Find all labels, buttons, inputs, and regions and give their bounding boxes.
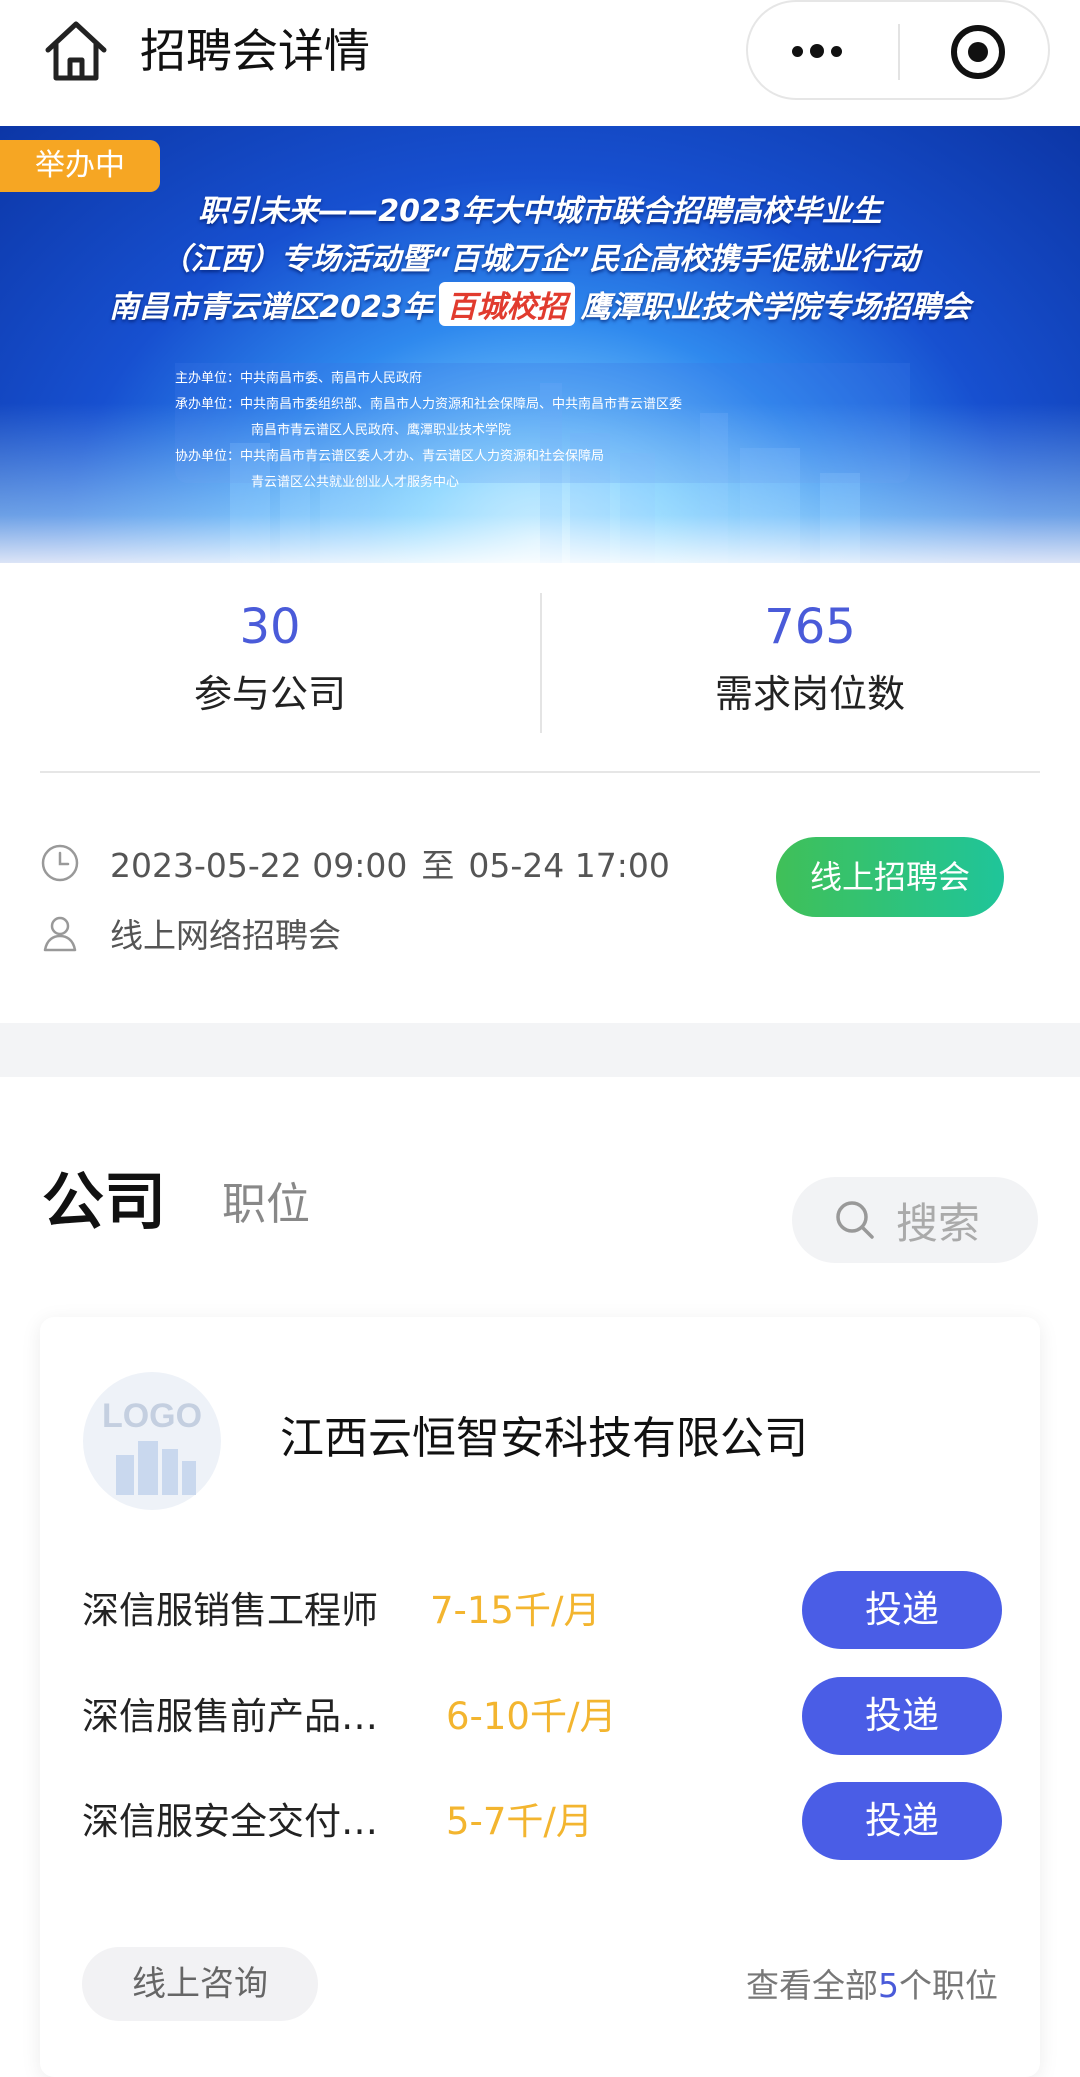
event-meta: 2023-05-22 09:00 至 05-24 17:00 线上网络招聘会 线上招… [0, 773, 1080, 1023]
stat-companies-label: 参与公司 [193, 672, 346, 716]
job-row[interactable]: 深信服销售工程师 7-15千/月 投递 [82, 1571, 1002, 1651]
mini-program-capsule [746, 0, 1050, 100]
job-salary: 5-7千/月 [446, 1800, 593, 1843]
stat-companies-value: 30 [239, 599, 301, 655]
page-top: 招聘会详情 举办中 职引未来——2023年大中城市联合招聘高校毕业生 （江西）专… [0, 0, 1080, 1023]
job-row[interactable]: 深信服售前产品… 6-10千/月 投递 [82, 1677, 1002, 1757]
status-tag: 举办中 [0, 140, 160, 192]
job-row[interactable]: 深信服安全交付… 5-7千/月 投递 [82, 1782, 1002, 1862]
stat-positions-label: 需求岗位数 [714, 672, 905, 716]
company-logo-placeholder: LOGO [83, 1372, 221, 1510]
event-location-row: 线上网络招聘会 [40, 903, 341, 963]
svg-text:LOGO: LOGO [102, 1397, 202, 1435]
tab-position[interactable]: 职位 [222, 1175, 310, 1235]
page-title: 招聘会详情 [140, 24, 370, 78]
banner-highlight-badge: 百城校招 [438, 282, 575, 326]
tab-bar: 公司 职位 搜索 [0, 1077, 1080, 1277]
search-icon [836, 1201, 874, 1239]
online-fair-button[interactable]: 线上招聘会 [776, 837, 1004, 917]
close-target-icon[interactable] [950, 24, 1006, 80]
org-undertake-1: 承办单位：中共南昌市委组织部、南昌市人力资源和社会保障局、中共南昌市青云谱区委 [175, 397, 683, 412]
person-location-icon [43, 916, 77, 952]
apply-button[interactable]: 投递 [802, 1571, 1002, 1649]
stats-panel: 30 参与公司 765 需求岗位数 [0, 563, 1080, 773]
search-placeholder: 搜索 [896, 1198, 981, 1248]
event-location: 线上网络招聘会 [110, 916, 341, 955]
clock-icon [41, 844, 79, 882]
org-host: 主办单位：中共南昌市委、南昌市人民政府 [175, 371, 423, 386]
more-dots-icon [792, 46, 803, 57]
search-box[interactable]: 搜索 [792, 1177, 1038, 1263]
event-time-row: 2023-05-22 09:00 至 05-24 17:00 [40, 833, 670, 893]
org-undertake-2: 南昌市青云谱区人民政府、鹰潭职业技术学院 [251, 423, 512, 438]
job-salary: 7-15千/月 [430, 1589, 601, 1632]
company-card[interactable]: LOGO 江西云恒智安科技有限公司 深信服销售工程师 7-15千/月 投递 深信… [40, 1317, 1040, 2077]
company-section: 公司 职位 搜索 LOGO 江西云恒智安科技有限公司 深信服销售工程师 7-15… [0, 1077, 1080, 2077]
banner-title-line-2: （江西）专场活动暨“百城万企”民企高校携手促就业行动 [160, 242, 920, 277]
stat-positions: 765 需求岗位数 [540, 563, 1080, 719]
capsule-divider [898, 24, 900, 80]
company-name[interactable]: 江西云恒智安科技有限公司 [280, 1409, 808, 1469]
section-gap [0, 1023, 1080, 1077]
online-consult-button[interactable]: 线上咨询 [82, 1947, 318, 2021]
banner-title-line-3: 南昌市青云谱区2023年 百城校招 鹰潭职业技术学院专场招聘会 [0, 282, 1080, 326]
job-title: 深信服销售工程师 [82, 1589, 378, 1632]
job-salary: 6-10千/月 [446, 1695, 617, 1738]
job-title: 深信服售前产品… [82, 1695, 378, 1738]
home-icon[interactable] [42, 18, 110, 84]
event-time: 2023-05-22 09:00 至 05-24 17:00 [110, 846, 670, 885]
view-all-positions-link[interactable]: 查看全部5个职位 [746, 1961, 998, 2011]
banner-title-line-1: 职引未来——2023年大中城市联合招聘高校毕业生 [198, 194, 882, 229]
stat-companies: 30 参与公司 [0, 563, 540, 719]
banner-organizers: 主办单位：中共南昌市委、南昌市人民政府 承办单位：中共南昌市委组织部、南昌市人力… [175, 366, 910, 563]
apply-button[interactable]: 投递 [802, 1782, 1002, 1860]
apply-button[interactable]: 投递 [802, 1677, 1002, 1755]
job-title: 深信服安全交付… [82, 1800, 378, 1843]
tab-company[interactable]: 公司 [42, 1167, 166, 1237]
org-assist-1: 协办单位：中共南昌市青云谱区委人才办、青云谱区人力资源和社会保障局 [175, 449, 605, 464]
job-fair-banner: 举办中 职引未来——2023年大中城市联合招聘高校毕业生 （江西）专场活动暨“百… [0, 126, 1080, 563]
org-assist-2: 青云谱区公共就业创业人才服务中心 [251, 475, 460, 490]
nav-bar: 招聘会详情 [0, 0, 1080, 126]
more-button[interactable] [748, 2, 898, 98]
stat-positions-value: 765 [764, 599, 856, 655]
